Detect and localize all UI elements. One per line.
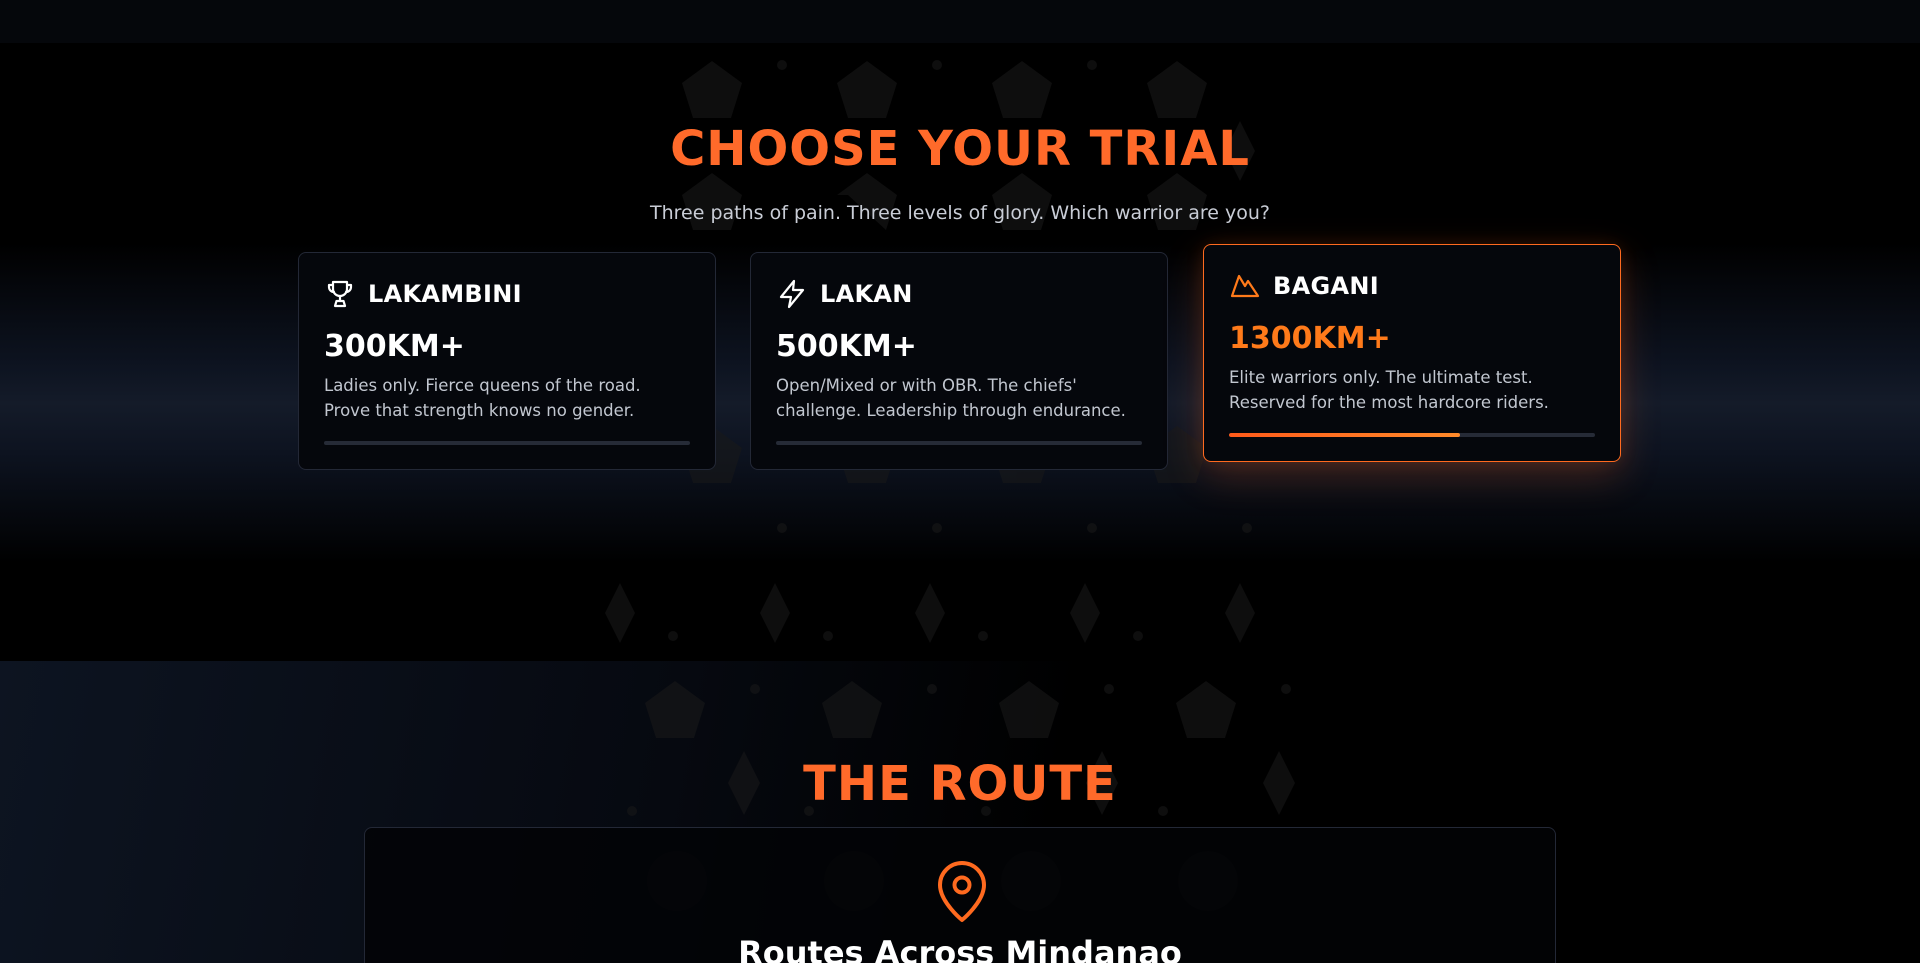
route-card: Routes Across Mindanao [364, 827, 1556, 963]
map-pin-icon [935, 861, 989, 923]
card-header: LAKAN [776, 277, 1142, 311]
card-description: Elite warriors only. The ultimate test. … [1229, 368, 1549, 412]
section-subtitle: Three paths of pain. Three levels of glo… [650, 202, 1270, 224]
mountain-icon [1229, 270, 1261, 302]
top-band [0, 0, 1920, 43]
section-title: CHOOSE YOUR TRIAL [670, 121, 1250, 177]
section-title: THE ROUTE [803, 756, 1117, 812]
card-title: BAGANI [1273, 272, 1379, 300]
card-progress-fill [1229, 433, 1460, 437]
card-progress-bar [324, 441, 690, 445]
route-heading: Routes Across Mindanao [738, 934, 1182, 963]
page: CHOOSE YOUR TRIAL Three paths of pain. T… [0, 0, 1920, 963]
lightning-icon [776, 278, 808, 310]
card-description: Ladies only. Fierce queens of the road. … [324, 376, 641, 420]
card-header: BAGANI [1229, 269, 1595, 303]
trial-card-lakambini[interactable]: LAKAMBINI 300KM+ Ladies only. Fierce que… [298, 252, 716, 470]
card-progress-bar [776, 441, 1142, 445]
card-distance: 500KM+ [776, 329, 917, 364]
card-title: LAKAMBINI [368, 280, 522, 308]
card-distance: 1300KM+ [1229, 321, 1391, 356]
card-distance: 300KM+ [324, 329, 465, 364]
card-title: LAKAN [820, 280, 913, 308]
trial-card-lakan[interactable]: LAKAN 500KM+ Open/Mixed or with OBR. The… [750, 252, 1168, 470]
card-description: Open/Mixed or with OBR. The chiefs' chal… [776, 376, 1126, 420]
card-header: LAKAMBINI [324, 277, 690, 311]
card-progress-bar [1229, 433, 1595, 437]
trophy-icon [324, 278, 356, 310]
trial-card-bagani[interactable]: BAGANI 1300KM+ Elite warriors only. The … [1203, 244, 1621, 462]
route-section: THE ROUTE Routes Across Mindanao [0, 661, 1920, 963]
